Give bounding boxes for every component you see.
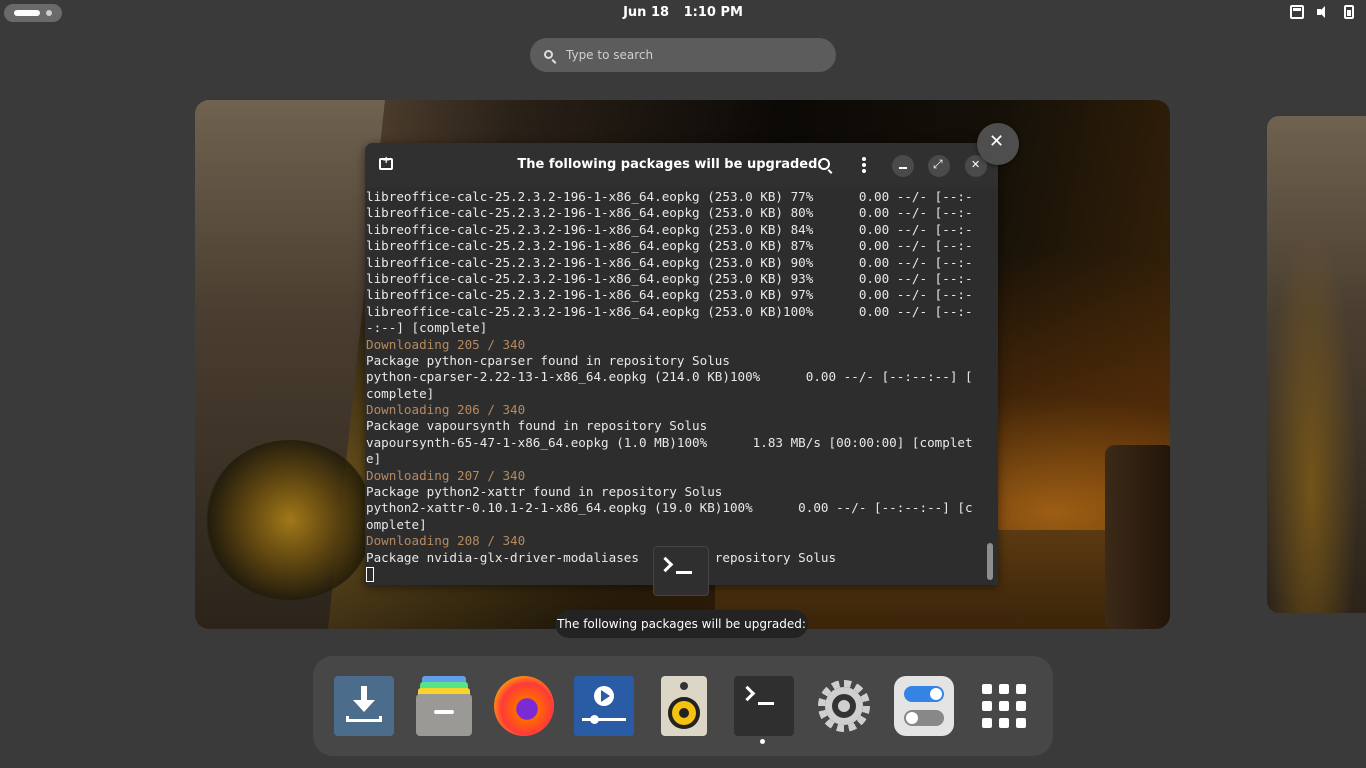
- terminal-scrollbar[interactable]: [987, 543, 993, 580]
- close-window-overview-button[interactable]: [977, 123, 1019, 165]
- speaker-icon[interactable]: [661, 676, 707, 736]
- firefox-icon[interactable]: [494, 676, 554, 736]
- download-icon[interactable]: [334, 676, 394, 736]
- dock: [313, 656, 1053, 756]
- clock[interactable]: Jun 18 1:10 PM: [0, 5, 1366, 20]
- terminal-line: libreoffice-calc-25.2.3.2-196-1-x86_64.e…: [366, 254, 973, 270]
- terminal-header-bar[interactable]: The following packages will be upgraded:: [365, 143, 998, 187]
- new-tab-icon[interactable]: [379, 155, 393, 170]
- terminal-line: Package vapoursynth found in repository …: [366, 418, 708, 434]
- terminal-line: python-cparser-2.22-13-1-x86_64.eopkg (2…: [366, 369, 973, 385]
- terminal-line: complete]: [366, 385, 435, 401]
- files-icon[interactable]: [414, 676, 474, 736]
- terminal-title: The following packages will be upgraded:: [517, 157, 823, 172]
- search-icon[interactable]: [818, 158, 830, 170]
- terminal-line: omplete]: [366, 516, 427, 532]
- next-workspace-preview[interactable]: [1267, 116, 1366, 613]
- volume-icon[interactable]: [1316, 5, 1330, 19]
- wallpaper-barrel: [1105, 445, 1170, 629]
- terminal-line: libreoffice-calc-25.2.3.2-196-1-x86_64.e…: [366, 221, 973, 237]
- terminal-icon[interactable]: [734, 676, 794, 736]
- clock-time: 1:10 PM: [683, 5, 743, 20]
- terminal-line: libreoffice-calc-25.2.3.2-196-1-x86_64.e…: [366, 189, 973, 204]
- menu-icon[interactable]: [862, 157, 866, 173]
- maximize-button[interactable]: [928, 155, 950, 177]
- terminal-line: -:--] [complete]: [366, 320, 488, 336]
- top-bar: Jun 18 1:10 PM: [0, 0, 1366, 26]
- screen-icon[interactable]: [1290, 5, 1304, 19]
- terminal-line: python2-xattr-0.10.1-2-1-x86_64.eopkg (1…: [366, 500, 973, 516]
- download-progress-line: Downloading 207 / 340: [366, 467, 526, 483]
- terminal-line: libreoffice-calc-25.2.3.2-196-1-x86_64.e…: [366, 205, 973, 221]
- system-tray[interactable]: [1290, 5, 1354, 19]
- app-grid-icon[interactable]: [974, 676, 1034, 736]
- running-indicator: [760, 739, 765, 744]
- download-progress-line: Downloading 205 / 340: [366, 336, 526, 352]
- terminal-line: Package python-cparser found in reposito…: [366, 352, 730, 368]
- search-input[interactable]: [566, 38, 826, 72]
- search-icon: [544, 50, 553, 59]
- terminal-line: Package python2-xattr found in repositor…: [366, 484, 723, 500]
- window-caption: The following packages will be upgraded:: [555, 610, 808, 638]
- video-player-icon[interactable]: [574, 676, 634, 736]
- terminal-line: libreoffice-calc-25.2.3.2-196-1-x86_64.e…: [366, 238, 973, 254]
- clock-date: Jun 18: [623, 5, 670, 20]
- battery-icon[interactable]: [1344, 5, 1354, 19]
- terminal-line: vapoursynth-65-47-1-x86_64.eopkg (1.0 MB…: [366, 434, 973, 450]
- toggle-icon[interactable]: [894, 676, 954, 736]
- terminal-line: libreoffice-calc-25.2.3.2-196-1-x86_64.e…: [366, 303, 973, 319]
- gear-icon[interactable]: [814, 676, 874, 736]
- terminal-window[interactable]: The following packages will be upgraded:…: [365, 143, 998, 585]
- terminal-line: libreoffice-calc-25.2.3.2-196-1-x86_64.e…: [366, 287, 973, 303]
- terminal-line: e]: [366, 451, 382, 467]
- terminal-output[interactable]: libreoffice-calc-25.2.3.2-196-1-x86_64.e…: [365, 189, 985, 585]
- minimize-button[interactable]: [892, 155, 914, 177]
- text-cursor: [366, 566, 374, 582]
- terminal-icon: [653, 546, 709, 596]
- terminal-line: libreoffice-calc-25.2.3.2-196-1-x86_64.e…: [366, 270, 973, 286]
- search-bar[interactable]: [530, 38, 836, 72]
- wallpaper-flowers: [205, 440, 375, 600]
- download-progress-line: Downloading 206 / 340: [366, 402, 526, 418]
